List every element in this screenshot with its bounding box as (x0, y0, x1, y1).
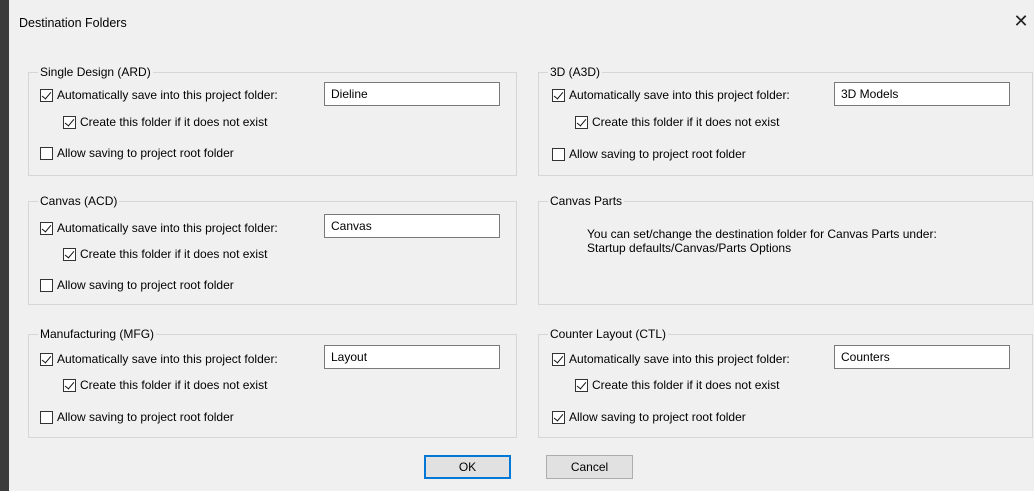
canvas-parts-info-line2: Startup defaults/Canvas/Parts Options (587, 241, 792, 255)
checkbox-box (40, 352, 53, 366)
checkbox-box (63, 247, 76, 261)
mfg-folder-input[interactable]: Layout (324, 345, 500, 369)
ard-folder-input[interactable]: Dieline (324, 82, 500, 106)
checkbox-label: Allow saving to project root folder (569, 410, 746, 424)
acd-create-folder-checkbox[interactable]: Create this folder if it does not exist (63, 246, 267, 262)
checkbox-label: Automatically save into this project fol… (569, 88, 790, 102)
group-ctl: Counter Layout (CTL) Automatically save … (538, 327, 1033, 438)
checkbox-label: Create this folder if it does not exist (592, 378, 780, 392)
a3d-allow-root-checkbox[interactable]: Allow saving to project root folder (552, 146, 746, 162)
mfg-auto-save-checkbox[interactable]: Automatically save into this project fol… (40, 351, 278, 367)
ctl-auto-save-checkbox[interactable]: Automatically save into this project fol… (552, 351, 790, 367)
checkbox-label: Automatically save into this project fol… (57, 88, 278, 102)
ard-create-folder-checkbox[interactable]: Create this folder if it does not exist (63, 114, 267, 130)
ard-allow-root-checkbox[interactable]: Allow saving to project root folder (40, 145, 234, 161)
checkbox-box (40, 146, 53, 160)
checkbox-label: Create this folder if it does not exist (80, 378, 268, 392)
checkbox-box (40, 410, 53, 424)
checkbox-box (63, 378, 76, 392)
a3d-auto-save-checkbox[interactable]: Automatically save into this project fol… (552, 87, 790, 103)
group-title-ctl: Counter Layout (CTL) (548, 327, 669, 341)
checkbox-box (552, 147, 565, 161)
acd-folder-input[interactable]: Canvas (324, 214, 500, 238)
mfg-allow-root-checkbox[interactable]: Allow saving to project root folder (40, 409, 234, 425)
checkbox-label: Automatically save into this project fol… (57, 352, 278, 366)
checkbox-label: Create this folder if it does not exist (80, 115, 268, 129)
checkbox-box (575, 378, 588, 392)
dialog-title: Destination Folders (19, 16, 127, 30)
checkbox-box (40, 278, 53, 292)
checkbox-label: Allow saving to project root folder (57, 278, 234, 292)
destination-folders-dialog: Destination Folders ✕ Single Design (ARD… (9, 0, 1034, 491)
checkbox-label: Allow saving to project root folder (57, 410, 234, 424)
checkbox-label: Allow saving to project root folder (57, 146, 234, 160)
group-mfg: Manufacturing (MFG) Automatically save i… (28, 327, 517, 438)
checkbox-box (552, 410, 565, 424)
group-title-mfg: Manufacturing (MFG) (38, 327, 157, 341)
checkbox-label: Allow saving to project root folder (569, 147, 746, 161)
checkbox-label: Automatically save into this project fol… (57, 221, 278, 235)
checkbox-label: Create this folder if it does not exist (592, 115, 780, 129)
checkbox-box (552, 352, 565, 366)
a3d-folder-input[interactable]: 3D Models (834, 82, 1010, 106)
canvas-parts-info-line1: You can set/change the destination folde… (587, 227, 937, 241)
checkbox-box (40, 88, 53, 102)
checkbox-box (575, 115, 588, 129)
ard-auto-save-checkbox[interactable]: Automatically save into this project fol… (40, 87, 278, 103)
group-title-ard: Single Design (ARD) (38, 65, 153, 79)
group-title-canvas-parts: Canvas Parts (548, 194, 625, 208)
checkbox-box (40, 221, 53, 235)
group-title-acd: Canvas (ACD) (38, 194, 120, 208)
ctl-create-folder-checkbox[interactable]: Create this folder if it does not exist (575, 377, 779, 393)
ctl-allow-root-checkbox[interactable]: Allow saving to project root folder (552, 409, 746, 425)
group-a3d: 3D (A3D) Automatically save into this pr… (538, 65, 1033, 176)
group-acd: Canvas (ACD) Automatically save into thi… (28, 194, 517, 305)
background-window-edge (0, 0, 9, 491)
acd-auto-save-checkbox[interactable]: Automatically save into this project fol… (40, 220, 278, 236)
checkbox-label: Automatically save into this project fol… (569, 352, 790, 366)
a3d-create-folder-checkbox[interactable]: Create this folder if it does not exist (575, 114, 779, 130)
checkbox-label: Create this folder if it does not exist (80, 247, 268, 261)
group-ard: Single Design (ARD) Automatically save i… (28, 65, 517, 176)
ok-button[interactable]: OK (424, 455, 511, 479)
ctl-folder-input[interactable]: Counters (834, 345, 1010, 369)
checkbox-box (552, 88, 565, 102)
checkbox-box (63, 115, 76, 129)
group-title-a3d: 3D (A3D) (548, 65, 603, 79)
acd-allow-root-checkbox[interactable]: Allow saving to project root folder (40, 277, 234, 293)
cancel-button[interactable]: Cancel (546, 455, 633, 479)
group-canvas-parts: Canvas Parts You can set/change the dest… (538, 194, 1033, 305)
mfg-create-folder-checkbox[interactable]: Create this folder if it does not exist (63, 377, 267, 393)
close-icon[interactable]: ✕ (1010, 10, 1032, 32)
